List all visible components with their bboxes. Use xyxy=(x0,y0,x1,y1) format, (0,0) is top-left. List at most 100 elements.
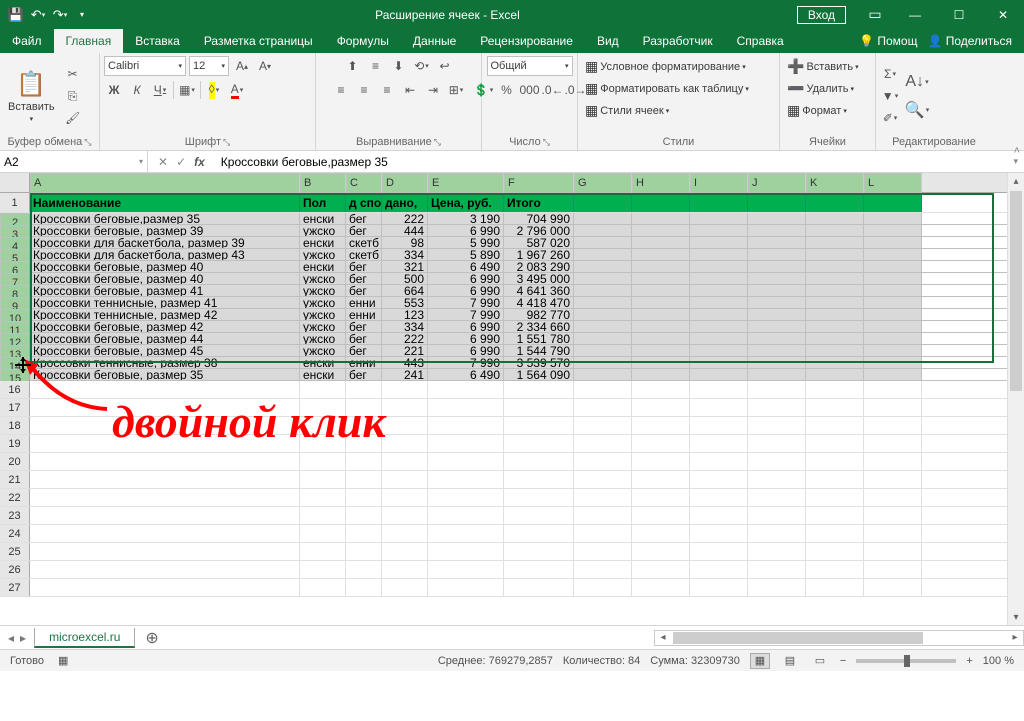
cell[interactable] xyxy=(30,471,300,488)
cell[interactable]: ужско xyxy=(300,249,346,260)
cell[interactable]: Кроссовки беговые, размер 41 xyxy=(30,285,300,296)
tab-help[interactable]: Справка xyxy=(725,29,796,53)
cell[interactable] xyxy=(690,489,748,506)
cell[interactable] xyxy=(864,543,922,560)
cell[interactable]: 553 xyxy=(382,297,428,308)
cell[interactable] xyxy=(690,333,748,344)
column-header[interactable]: I xyxy=(690,173,748,193)
autosum-icon[interactable]: Σ▾ xyxy=(880,64,900,84)
column-header[interactable]: E xyxy=(428,173,504,193)
column-header[interactable]: F xyxy=(504,173,574,193)
cell[interactable] xyxy=(690,249,748,260)
cell[interactable] xyxy=(864,321,922,332)
cell[interactable] xyxy=(806,399,864,416)
cell[interactable] xyxy=(382,399,428,416)
cell[interactable] xyxy=(382,381,428,398)
number-dialog-icon[interactable]: ⤡ xyxy=(543,137,550,148)
insert-function-icon[interactable]: fx xyxy=(194,155,205,169)
cell[interactable] xyxy=(806,525,864,542)
cell[interactable]: 982 770 xyxy=(504,309,574,320)
cell[interactable] xyxy=(690,321,748,332)
cell[interactable] xyxy=(632,213,690,224)
cell[interactable]: д спор xyxy=(346,193,382,212)
cell[interactable] xyxy=(806,273,864,284)
column-header[interactable]: C xyxy=(346,173,382,193)
expand-formula-bar-icon[interactable]: ▾ xyxy=(1013,156,1018,167)
cell[interactable]: Кроссовки для баскетбола, размер 43 xyxy=(30,249,300,260)
cell[interactable] xyxy=(300,471,346,488)
cell[interactable]: 2 083 290 xyxy=(504,261,574,272)
zoom-level[interactable]: 100 % xyxy=(983,655,1014,667)
cell[interactable] xyxy=(632,417,690,434)
font-dialog-icon[interactable]: ⤡ xyxy=(223,137,230,148)
row-header[interactable]: 24 xyxy=(0,525,30,542)
cell[interactable] xyxy=(574,417,632,434)
cell[interactable] xyxy=(382,525,428,542)
cell[interactable] xyxy=(30,507,300,524)
cell[interactable]: 7 990 xyxy=(428,357,504,368)
find-select-icon[interactable]: 🔍▾ xyxy=(904,97,930,123)
cell[interactable] xyxy=(632,309,690,320)
cell[interactable] xyxy=(806,561,864,578)
clipboard-dialog-icon[interactable]: ⤡ xyxy=(84,137,91,148)
cell[interactable] xyxy=(574,507,632,524)
cell[interactable] xyxy=(574,579,632,596)
column-headers[interactable]: ABCDEFGHIJKL xyxy=(0,173,1024,193)
cell[interactable] xyxy=(428,543,504,560)
cell[interactable] xyxy=(806,309,864,320)
cell[interactable] xyxy=(30,561,300,578)
cell[interactable]: Цена, руб. xyxy=(428,193,504,212)
save-icon[interactable]: 💾 xyxy=(8,7,24,23)
cell[interactable]: 98 xyxy=(382,237,428,248)
view-normal-icon[interactable]: ▦ xyxy=(750,653,770,669)
cell[interactable] xyxy=(632,381,690,398)
cell[interactable]: 6 990 xyxy=(428,285,504,296)
decrease-indent-icon[interactable]: ⇤ xyxy=(400,80,420,100)
cell[interactable] xyxy=(30,579,300,596)
cell[interactable] xyxy=(806,261,864,272)
decrease-font-icon[interactable]: A▾ xyxy=(255,56,275,76)
cell[interactable] xyxy=(30,489,300,506)
cell[interactable] xyxy=(574,261,632,272)
cell[interactable] xyxy=(428,507,504,524)
format-painter-icon[interactable]: 🖌 xyxy=(63,108,83,128)
cell[interactable] xyxy=(300,399,346,416)
cell[interactable]: ужско xyxy=(300,297,346,308)
cell[interactable]: бег xyxy=(346,321,382,332)
cell[interactable]: 1 967 260 xyxy=(504,249,574,260)
cell[interactable]: 587 020 xyxy=(504,237,574,248)
tab-file[interactable]: Файл xyxy=(0,29,54,53)
border-button[interactable]: ▦▾ xyxy=(177,80,197,100)
add-sheet-button[interactable]: ⊕ xyxy=(135,628,168,648)
cell[interactable] xyxy=(632,261,690,272)
cell[interactable] xyxy=(632,579,690,596)
cell[interactable]: 1 564 090 xyxy=(504,369,574,380)
cell[interactable]: 5 890 xyxy=(428,249,504,260)
cell[interactable]: 241 xyxy=(382,369,428,380)
cell[interactable] xyxy=(806,579,864,596)
tab-developer[interactable]: Разработчик xyxy=(631,29,725,53)
cell[interactable] xyxy=(864,193,922,212)
column-header[interactable]: G xyxy=(574,173,632,193)
column-header[interactable]: L xyxy=(864,173,922,193)
cell[interactable] xyxy=(346,471,382,488)
cell[interactable] xyxy=(382,507,428,524)
cell[interactable]: 664 xyxy=(382,285,428,296)
cell[interactable] xyxy=(806,249,864,260)
tab-view[interactable]: Вид xyxy=(585,29,631,53)
cell[interactable]: 123 xyxy=(382,309,428,320)
cell[interactable]: 222 xyxy=(382,213,428,224)
cell[interactable] xyxy=(806,357,864,368)
cell[interactable] xyxy=(632,249,690,260)
cell[interactable] xyxy=(504,471,574,488)
delete-cells-button[interactable]: ➖Удалить▾ xyxy=(784,78,857,99)
macro-record-icon[interactable]: ▦ xyxy=(58,654,68,667)
cell[interactable] xyxy=(300,435,346,452)
cell[interactable] xyxy=(690,225,748,236)
cell[interactable] xyxy=(574,321,632,332)
cell[interactable] xyxy=(574,309,632,320)
name-box-input[interactable] xyxy=(4,155,114,169)
cell[interactable]: 3 539 570 xyxy=(504,357,574,368)
cell[interactable] xyxy=(382,579,428,596)
cell[interactable] xyxy=(806,381,864,398)
